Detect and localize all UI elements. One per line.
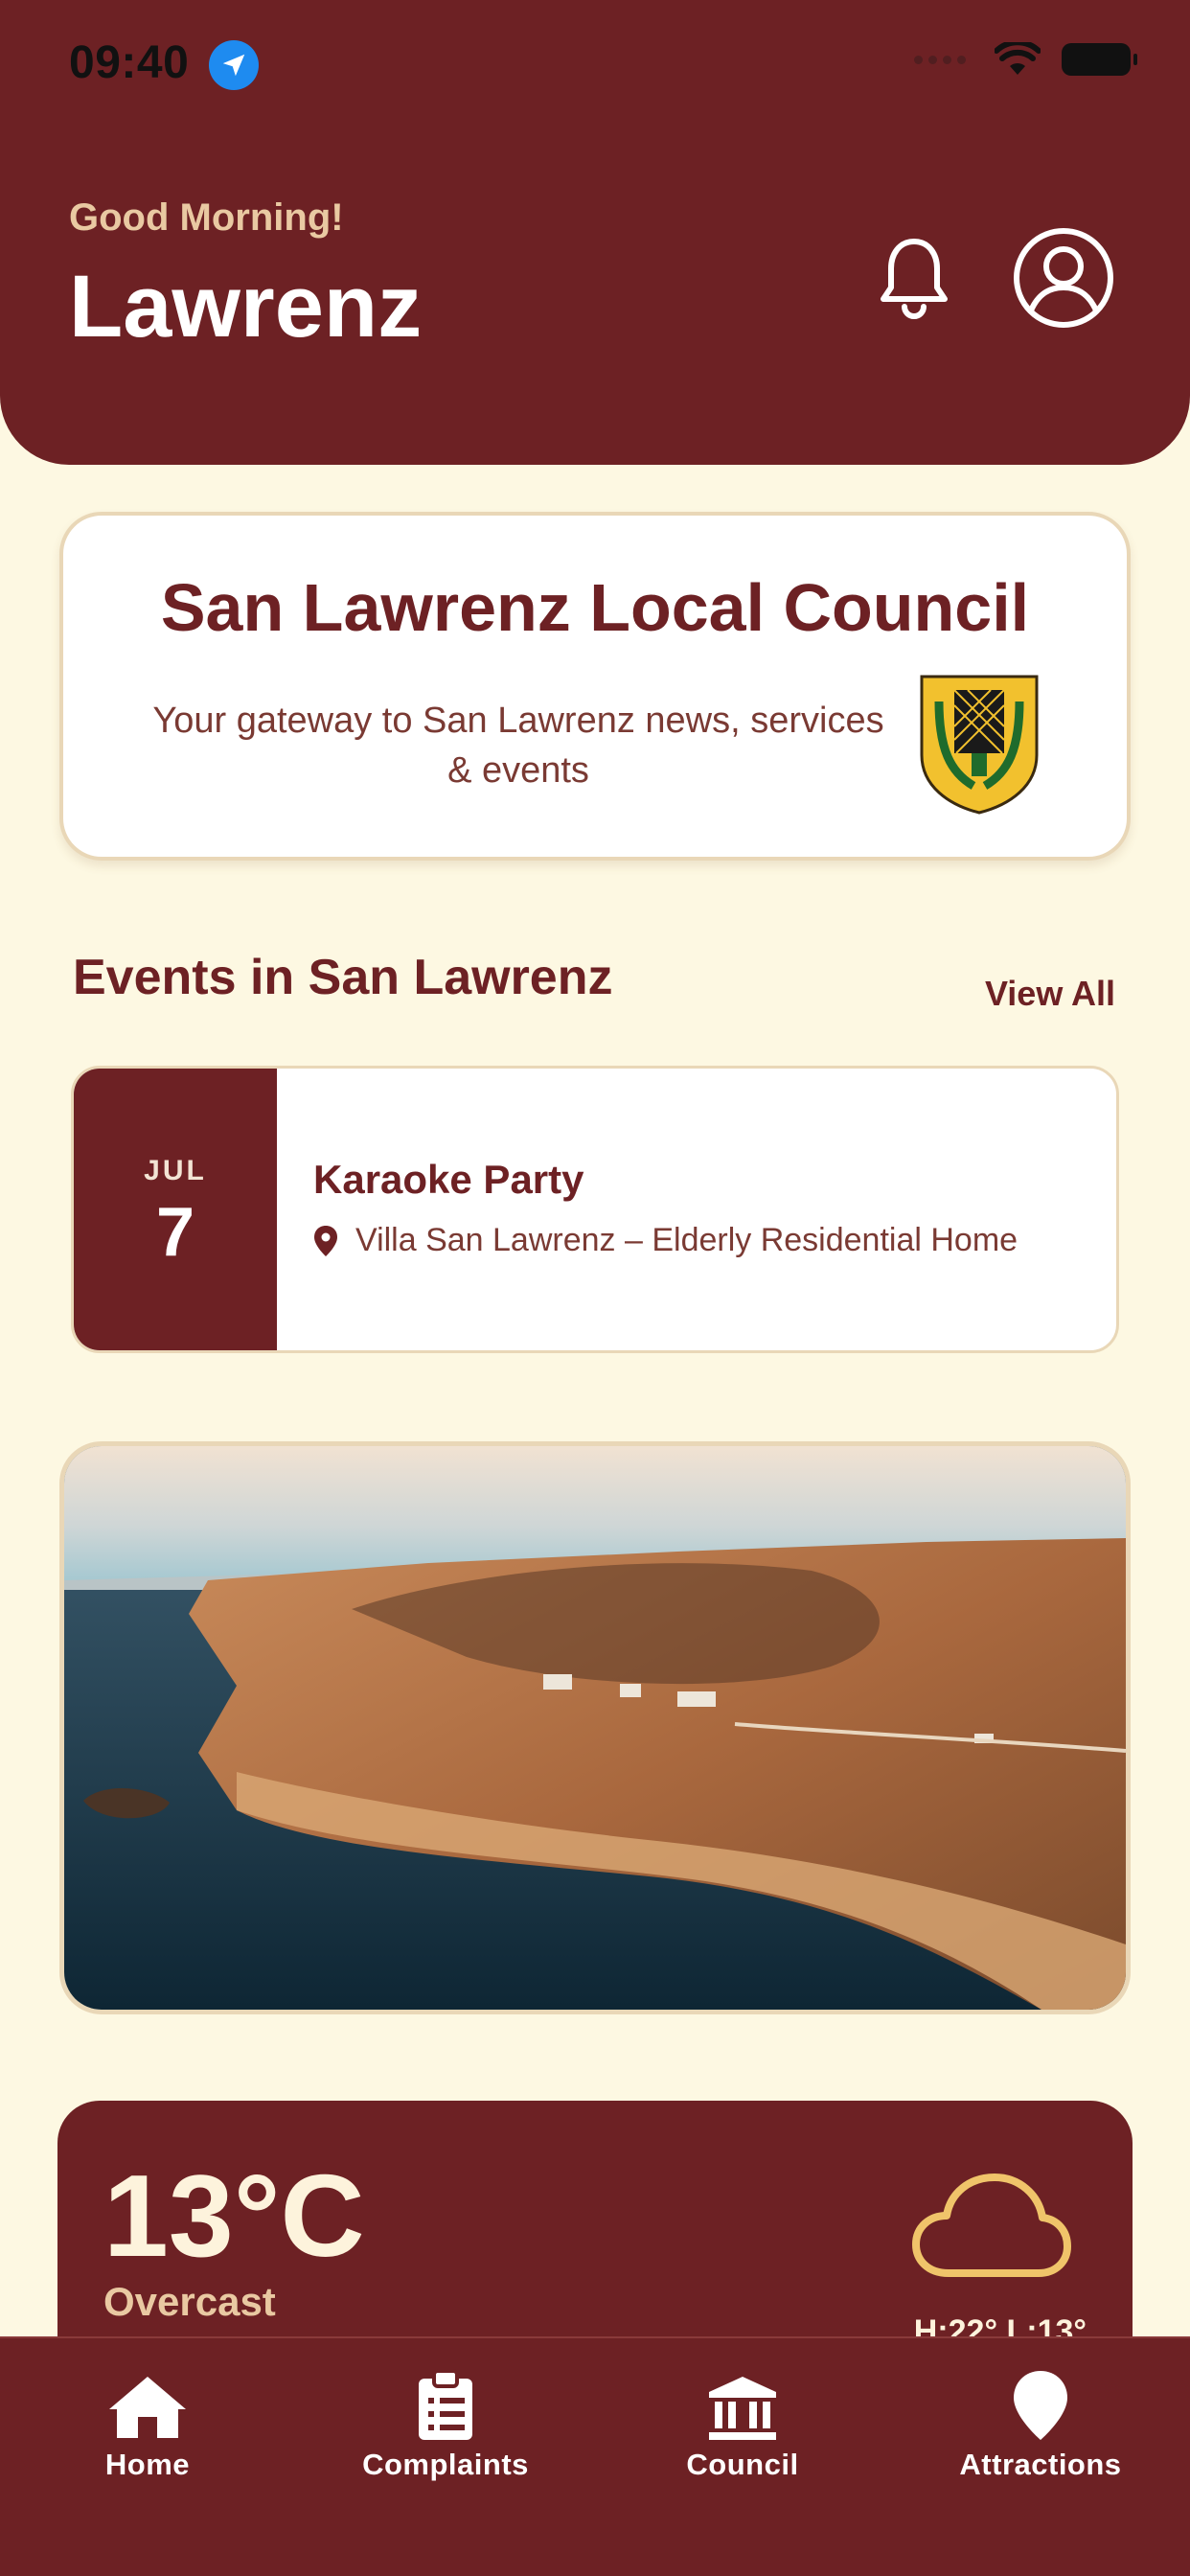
home-icon: [109, 2377, 186, 2438]
weather-temperature: 13°C: [103, 2150, 365, 2281]
status-icons: [914, 42, 1137, 77]
tab-complaints[interactable]: Complaints: [331, 2365, 561, 2482]
event-location: Villa San Lawrenz – Elderly Residential …: [313, 1222, 1018, 1259]
battery-icon: [1062, 43, 1137, 76]
clipboard-icon: [419, 2369, 472, 2440]
tab-council[interactable]: Council: [628, 2365, 858, 2482]
weather-condition: Overcast: [103, 2279, 276, 2324]
profile-button[interactable]: [1012, 226, 1115, 330]
event-name: Karaoke Party: [313, 1157, 584, 1202]
view-all-events-link[interactable]: View All: [985, 974, 1115, 1014]
event-month: JUL: [144, 1155, 207, 1186]
map-pin-icon: [314, 1225, 337, 1256]
tab-home[interactable]: Home: [33, 2365, 263, 2482]
featured-photo[interactable]: [59, 1441, 1131, 2014]
location-arrow-icon: [209, 40, 259, 90]
user-name: Lawrenz: [69, 258, 423, 356]
tab-home-label: Home: [104, 2448, 191, 2481]
tab-bar: Home Complaints Council Attractions: [0, 2336, 1190, 2576]
status-time: 09:40: [69, 37, 190, 88]
council-subtitle: Your gateway to San Lawrenz news, servic…: [152, 701, 884, 791]
tab-complaints-label: Complaints: [362, 2448, 529, 2481]
event-location-text: Villa San Lawrenz – Elderly Residential …: [355, 1222, 1018, 1258]
user-circle-icon: [1014, 228, 1113, 328]
bell-icon: [881, 239, 948, 319]
coastline-photo: [64, 1446, 1126, 2010]
signal-icon: [914, 55, 966, 64]
council-title: San Lawrenz Local Council: [160, 570, 1030, 645]
tab-attractions[interactable]: Attractions: [926, 2365, 1156, 2482]
event-day: 7: [155, 1194, 195, 1271]
header: 09:40 Good Morning! Lawrenz: [0, 0, 1190, 465]
building-icon: [709, 2377, 776, 2440]
greeting-text: Good Morning!: [69, 196, 344, 239]
cloud-icon: [912, 2174, 1071, 2277]
notifications-button[interactable]: [876, 234, 952, 320]
council-info-card[interactable]: San Lawrenz Local Council Your gateway t…: [59, 512, 1131, 861]
event-date-badge: JUL 7: [74, 1069, 277, 1350]
event-card[interactable]: JUL 7 Karaoke Party Villa San Lawrenz – …: [71, 1066, 1119, 1353]
tab-attractions-label: Attractions: [959, 2448, 1122, 2481]
wifi-icon: [995, 42, 1041, 75]
events-section-title: Events in San Lawrenz: [73, 950, 613, 1005]
tab-council-label: Council: [686, 2448, 799, 2481]
map-pin-icon: [1014, 2371, 1067, 2440]
coat-of-arms-icon: [920, 675, 1039, 815]
